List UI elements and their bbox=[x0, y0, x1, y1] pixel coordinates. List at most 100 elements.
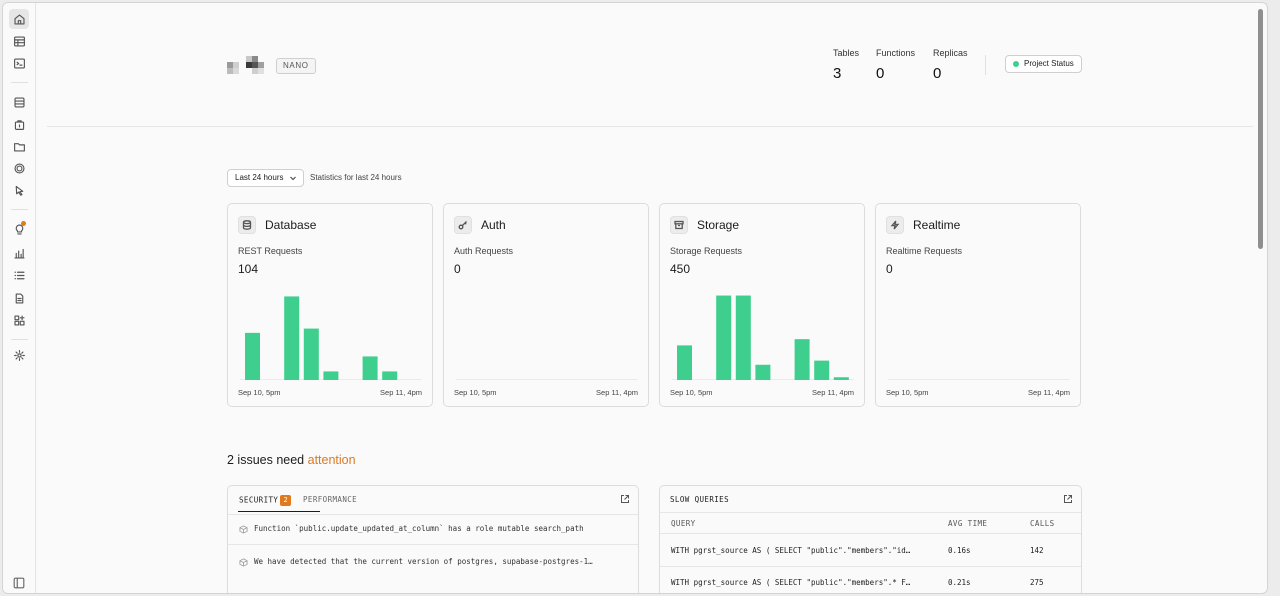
issues-heading-highlight: attention bbox=[307, 453, 356, 467]
metric-value: 0 bbox=[454, 262, 461, 276]
stat-label: Replicas bbox=[933, 48, 968, 58]
integrations-icon[interactable] bbox=[9, 310, 29, 330]
metric-value: 0 bbox=[886, 262, 893, 276]
stat-label: Tables bbox=[833, 48, 860, 58]
realtime-icon[interactable] bbox=[9, 180, 29, 200]
service-card-storage[interactable]: Storage Storage Requests 450 Sep 10, 5pm… bbox=[659, 203, 865, 407]
slow-queries-panel: SLOW QUERIES QUERY AVG TIME CALLS WITH p… bbox=[659, 485, 1082, 593]
tab-count-badge: 2 bbox=[280, 495, 292, 506]
query-avg-time: 0.16s bbox=[948, 546, 971, 555]
panel-divider bbox=[660, 566, 1081, 567]
stat-tables: Tables 3 bbox=[833, 48, 859, 82]
requests-chart bbox=[456, 379, 638, 380]
issues-heading-prefix: 2 issues need bbox=[227, 453, 305, 467]
chart-bar[interactable] bbox=[303, 328, 319, 380]
x-axis-end: Sep 11, 4pm bbox=[812, 388, 854, 397]
api-docs-icon[interactable] bbox=[9, 288, 29, 308]
archive-icon bbox=[670, 216, 688, 234]
auth-icon[interactable] bbox=[9, 114, 29, 134]
stat-functions: Functions 0 bbox=[876, 48, 915, 82]
x-axis-start: Sep 10, 5pm bbox=[670, 388, 713, 397]
chart-bar[interactable] bbox=[814, 360, 830, 380]
card-title: Auth bbox=[481, 218, 506, 232]
key-icon bbox=[454, 216, 472, 234]
chart-bar[interactable] bbox=[382, 371, 398, 380]
service-card-auth[interactable]: Auth Auth Requests 0 Sep 10, 5pm Sep 11,… bbox=[443, 203, 649, 407]
chart-bar[interactable] bbox=[735, 295, 751, 380]
service-card-realtime[interactable]: Realtime Realtime Requests 0 Sep 10, 5pm… bbox=[875, 203, 1081, 407]
table-editor-icon[interactable] bbox=[9, 31, 29, 51]
chart-bar[interactable] bbox=[677, 345, 692, 380]
home-icon[interactable] bbox=[9, 9, 29, 29]
x-axis-end: Sep 11, 4pm bbox=[1028, 388, 1070, 397]
time-range-label: Last 24 hours bbox=[235, 173, 284, 182]
cube-icon bbox=[239, 524, 248, 534]
issue-item[interactable]: We have detected that the current versio… bbox=[239, 557, 593, 567]
database-icon[interactable] bbox=[9, 92, 29, 112]
chart-bar[interactable] bbox=[716, 295, 732, 380]
notification-dot bbox=[21, 221, 26, 226]
sidebar-divider bbox=[11, 209, 28, 210]
issue-text: Function `public.update_updated_at_colum… bbox=[254, 524, 584, 533]
requests-chart bbox=[240, 296, 422, 380]
tab-performance[interactable]: PERFORMANCE bbox=[303, 495, 357, 504]
x-axis-start: Sep 10, 5pm bbox=[238, 388, 281, 397]
issues-heading: 2 issues need attention bbox=[227, 453, 356, 467]
query-calls: 142 bbox=[1030, 546, 1044, 555]
chart-bar[interactable] bbox=[284, 296, 300, 380]
active-tab-indicator bbox=[238, 511, 320, 512]
stat-replicas: Replicas 0 bbox=[933, 48, 968, 82]
project-status-button[interactable]: Project Status bbox=[1005, 55, 1082, 73]
scrollbar-thumb[interactable] bbox=[1258, 9, 1263, 249]
query-calls: 275 bbox=[1030, 578, 1044, 587]
sidebar-toggle-icon[interactable] bbox=[12, 576, 26, 590]
chart-bar[interactable] bbox=[833, 377, 849, 380]
stat-value: 0 bbox=[876, 65, 885, 82]
x-axis-end: Sep 11, 4pm bbox=[596, 388, 638, 397]
storage-icon[interactable] bbox=[9, 136, 29, 156]
requests-chart bbox=[888, 379, 1070, 380]
sql-editor-icon[interactable] bbox=[9, 53, 29, 73]
logs-icon[interactable] bbox=[9, 265, 29, 285]
x-axis-start: Sep 10, 5pm bbox=[454, 388, 497, 397]
chart-bar[interactable] bbox=[794, 339, 810, 380]
metric-value: 104 bbox=[238, 262, 259, 276]
compute-size-badge: NANO bbox=[276, 58, 316, 74]
panel-divider bbox=[228, 514, 638, 515]
project-status-label: Project Status bbox=[1024, 59, 1074, 68]
status-dot bbox=[1013, 61, 1019, 67]
column-header-calls: CALLS bbox=[1030, 519, 1055, 528]
time-range-select[interactable]: Last 24 hours bbox=[227, 169, 304, 187]
cube-icon bbox=[239, 557, 248, 567]
issue-text: We have detected that the current versio… bbox=[254, 557, 593, 566]
issue-item[interactable]: Function `public.update_updated_at_colum… bbox=[239, 524, 584, 534]
query-text[interactable]: WITH pgrst_source AS ( SELECT "public"."… bbox=[671, 578, 910, 587]
advisors-icon[interactable] bbox=[9, 219, 29, 239]
metric-value: 450 bbox=[670, 262, 691, 276]
header-divider bbox=[985, 55, 986, 75]
tab-label: SECURITY bbox=[239, 495, 279, 505]
stat-value: 0 bbox=[933, 65, 942, 82]
external-link-icon[interactable] bbox=[1063, 494, 1073, 504]
chart-bar[interactable] bbox=[362, 356, 378, 380]
settings-icon[interactable] bbox=[9, 345, 29, 365]
chart-bar[interactable] bbox=[245, 332, 260, 380]
main-content: NANO Tables 3 Functions 0 Replicas 0 Pro… bbox=[37, 3, 1267, 593]
service-card-database[interactable]: Database REST Requests 104 Sep 10, 5pm S… bbox=[227, 203, 433, 407]
stat-label: Functions bbox=[876, 48, 916, 58]
card-title: Database bbox=[265, 218, 317, 232]
slow-queries-title: SLOW QUERIES bbox=[670, 495, 729, 504]
metric-label: Storage Requests bbox=[670, 246, 743, 256]
card-title: Storage bbox=[697, 218, 740, 232]
tab-security[interactable]: SECURITY 2 bbox=[239, 495, 292, 506]
card-title: Realtime bbox=[913, 218, 961, 232]
app-window: NANO Tables 3 Functions 0 Replicas 0 Pro… bbox=[2, 2, 1268, 594]
edge-functions-icon[interactable] bbox=[9, 158, 29, 178]
metric-label: REST Requests bbox=[238, 246, 303, 256]
chart-bar[interactable] bbox=[323, 371, 339, 380]
panel-divider bbox=[660, 533, 1081, 534]
reports-icon[interactable] bbox=[9, 243, 29, 263]
external-link-icon[interactable] bbox=[620, 494, 630, 504]
chart-bar[interactable] bbox=[755, 364, 771, 380]
query-text[interactable]: WITH pgrst_source AS ( SELECT "public"."… bbox=[671, 546, 910, 555]
